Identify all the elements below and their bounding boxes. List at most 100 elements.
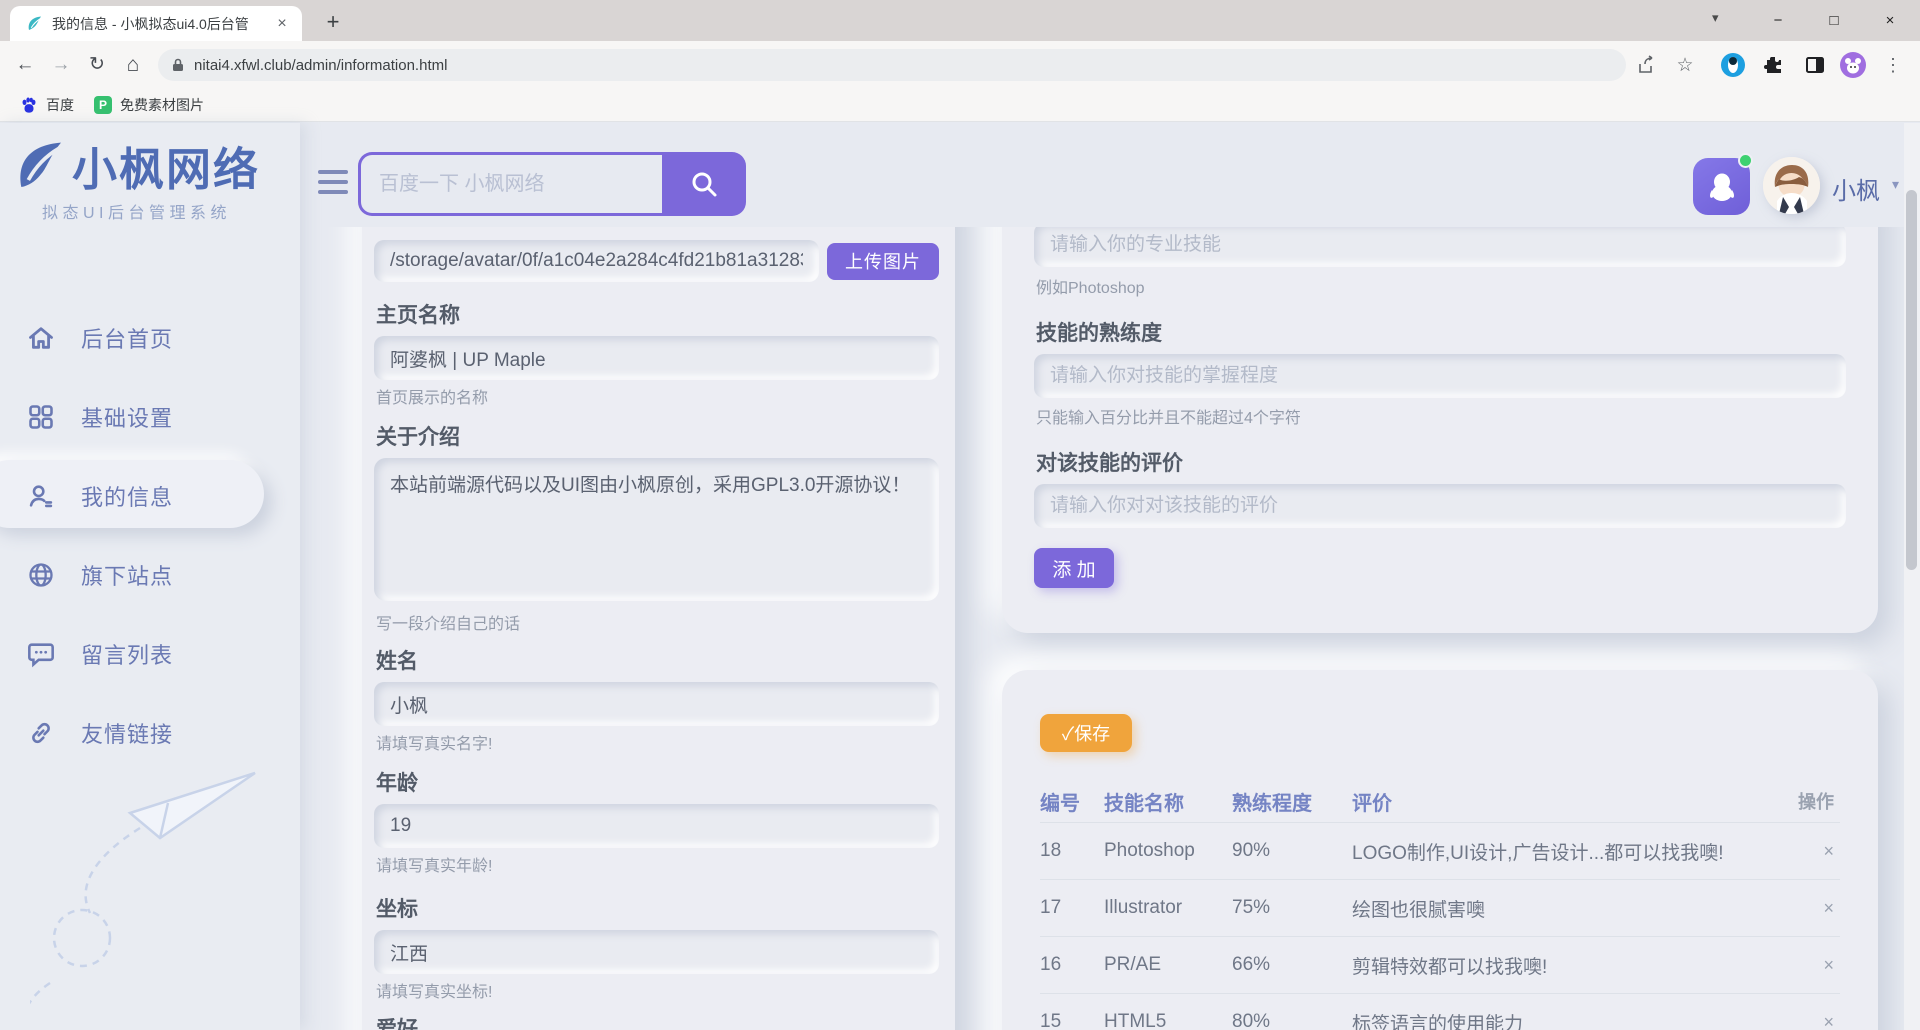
sidebar-item-dashboard[interactable]: 后台首页 xyxy=(0,298,300,377)
cell-name: PR/AE xyxy=(1104,954,1232,976)
search-icon xyxy=(689,169,719,199)
sidebar-item-label: 我的信息 xyxy=(81,480,173,512)
about-helper: 写一段介绍自己的话 xyxy=(376,616,937,634)
sidebar-item-label: 留言列表 xyxy=(81,638,173,670)
sidebar-item-sites[interactable]: 旗下站点 xyxy=(0,535,300,614)
address-bar[interactable]: nitai4.xfwl.club/admin/information.html xyxy=(158,49,1626,81)
sidebar-item-settings[interactable]: 基础设置 xyxy=(0,377,300,456)
reload-button[interactable]: ↻ xyxy=(82,50,112,80)
skill-level-input[interactable] xyxy=(1034,354,1846,398)
add-skill-card: 例如Photoshop 技能的熟练度 只能输入百分比并且不能超过4个字符 对该技… xyxy=(1002,227,1878,633)
col-level: 熟练程度 xyxy=(1232,787,1352,816)
browser-toolbar: ← → ↻ ⌂ nitai4.xfwl.club/admin/informati… xyxy=(0,41,1920,88)
save-button[interactable]: ✓保存 xyxy=(1040,714,1132,752)
about-textarea[interactable]: 本站前端源代码以及UI图由小枫原创，采用GPL3.0开源协议！ xyxy=(374,458,939,601)
delete-row-icon[interactable]: × xyxy=(1784,898,1840,919)
hobby-label: 爱好 xyxy=(376,1018,937,1030)
sidebar-item-messages[interactable]: 留言列表 xyxy=(0,614,300,693)
qq-penguin-icon xyxy=(1705,170,1739,204)
delete-row-icon[interactable]: × xyxy=(1784,1012,1840,1030)
cell-id: 16 xyxy=(1040,954,1104,976)
home-button[interactable]: ⌂ xyxy=(118,50,148,80)
user-icon xyxy=(27,482,55,510)
cell-id: 18 xyxy=(1040,840,1104,862)
bookmark-label: 免费素材图片 xyxy=(120,95,204,115)
skills-table-card: ✓保存 编号 技能名称 熟练程度 评价 操作 18 Photoshop 90% … xyxy=(1002,670,1878,1030)
bookmarks-bar: 百度 P 免费素材图片 xyxy=(0,88,1920,122)
age-input[interactable] xyxy=(374,804,939,848)
delete-row-icon[interactable]: × xyxy=(1784,955,1840,976)
admin-app: 小枫网络 拟态UI后台管理系统 后台首页 基础设置 我的信息 旗下站点 留 xyxy=(0,123,1920,1030)
homepage-name-input[interactable] xyxy=(374,336,939,380)
name-input[interactable] xyxy=(374,682,939,726)
back-button[interactable]: ← xyxy=(10,50,40,80)
skill-evaluate-input[interactable] xyxy=(1034,484,1846,528)
col-evaluate: 评价 xyxy=(1352,787,1784,816)
skill-name-input[interactable] xyxy=(1034,227,1846,267)
skill-evaluate-label: 对该技能的评价 xyxy=(1036,452,1844,476)
cell-evaluate: LOGO制作,UI设计,广告设计...都可以找我噢! xyxy=(1352,838,1784,865)
about-label: 关于介绍 xyxy=(376,426,937,450)
sidebar-menu: 后台首页 基础设置 我的信息 旗下站点 留言列表 友情链接 xyxy=(0,298,300,772)
add-skill-button[interactable]: 添 加 xyxy=(1034,548,1114,588)
globe-icon xyxy=(27,561,55,589)
tab-close-icon[interactable]: × xyxy=(272,14,292,34)
comment-icon xyxy=(27,640,55,668)
sidebar-item-my-info[interactable]: 我的信息 xyxy=(0,456,300,535)
delete-row-icon[interactable]: × xyxy=(1784,841,1840,862)
avatar-path-input[interactable] xyxy=(374,240,819,282)
pixabay-icon: P xyxy=(94,96,112,114)
sidebar-item-label: 旗下站点 xyxy=(81,559,173,591)
cell-level: 66% xyxy=(1232,954,1352,976)
skill-level-label: 技能的熟练度 xyxy=(1036,322,1844,346)
grid-icon xyxy=(27,403,55,431)
browser-tab[interactable]: 我的信息 - 小枫拟态ui4.0后台管 × xyxy=(10,6,302,41)
window-minimize-button[interactable]: − xyxy=(1752,0,1804,41)
window-maximize-button[interactable]: □ xyxy=(1808,0,1860,41)
baidu-paw-icon xyxy=(20,96,38,114)
share-icon[interactable] xyxy=(1632,50,1662,80)
skill-name-helper: 例如Photoshop xyxy=(1036,280,1844,298)
cell-name: Photoshop xyxy=(1104,840,1232,862)
extensions-puzzle-icon[interactable] xyxy=(1758,50,1788,80)
table-row: 18 Photoshop 90% LOGO制作,UI设计,广告设计...都可以找… xyxy=(1040,822,1840,879)
name-label: 姓名 xyxy=(376,650,937,674)
cell-level: 90% xyxy=(1232,840,1352,862)
app-logo[interactable]: 小枫网络 xyxy=(12,133,260,198)
home-icon xyxy=(27,324,55,352)
lock-icon xyxy=(172,58,184,72)
skills-table-header: 编号 技能名称 熟练程度 评价 操作 xyxy=(1040,780,1840,822)
tab-title: 我的信息 - 小枫拟态ui4.0后台管 xyxy=(52,14,252,34)
user-avatar[interactable] xyxy=(1763,157,1820,214)
hamburger-menu-icon[interactable] xyxy=(318,170,348,200)
logo-subtitle: 拟态UI后台管理系统 xyxy=(42,199,231,223)
col-name: 技能名称 xyxy=(1104,787,1232,816)
cell-level: 75% xyxy=(1232,897,1352,919)
site-favicon-icon xyxy=(26,15,44,33)
bookmark-star-icon[interactable]: ☆ xyxy=(1670,50,1700,80)
upload-image-button[interactable]: 上传图片 xyxy=(827,243,939,280)
cell-id: 17 xyxy=(1040,897,1104,919)
table-row: 15 HTML5 80% 标签语言的使用能力 × xyxy=(1040,993,1840,1030)
forward-button[interactable]: → xyxy=(46,50,76,80)
page-scrollbar-thumb[interactable] xyxy=(1906,190,1917,570)
extension-qq-icon[interactable] xyxy=(1718,50,1748,80)
bookmark-pixabay[interactable]: P 免费素材图片 xyxy=(94,95,204,115)
search-input[interactable] xyxy=(358,152,662,216)
tab-search-icon[interactable]: ▾ xyxy=(1712,10,1719,26)
name-helper: 请填写真实名字! xyxy=(376,736,937,754)
bookmark-baidu[interactable]: 百度 xyxy=(20,95,74,115)
table-row: 16 PR/AE 66% 剪辑特效都可以找我噢! × xyxy=(1040,936,1840,993)
username-label[interactable]: 小枫 xyxy=(1832,171,1880,206)
location-input[interactable] xyxy=(374,930,939,974)
search-button[interactable] xyxy=(662,152,746,216)
browser-menu-icon[interactable]: ⋮ xyxy=(1878,50,1908,80)
avatar-path-row: 上传图片 xyxy=(374,240,939,282)
browser-profile-avatar[interactable] xyxy=(1838,50,1868,80)
browser-tabstrip: 我的信息 - 小枫拟态ui4.0后台管 × + ▾ − □ × xyxy=(0,0,1920,41)
new-tab-button[interactable]: + xyxy=(318,8,348,38)
window-close-button[interactable]: × xyxy=(1864,0,1916,41)
url-text: nitai4.xfwl.club/admin/information.html xyxy=(194,57,447,74)
user-dropdown-caret-icon[interactable]: ▾ xyxy=(1892,176,1899,193)
side-panel-icon[interactable] xyxy=(1800,50,1830,80)
